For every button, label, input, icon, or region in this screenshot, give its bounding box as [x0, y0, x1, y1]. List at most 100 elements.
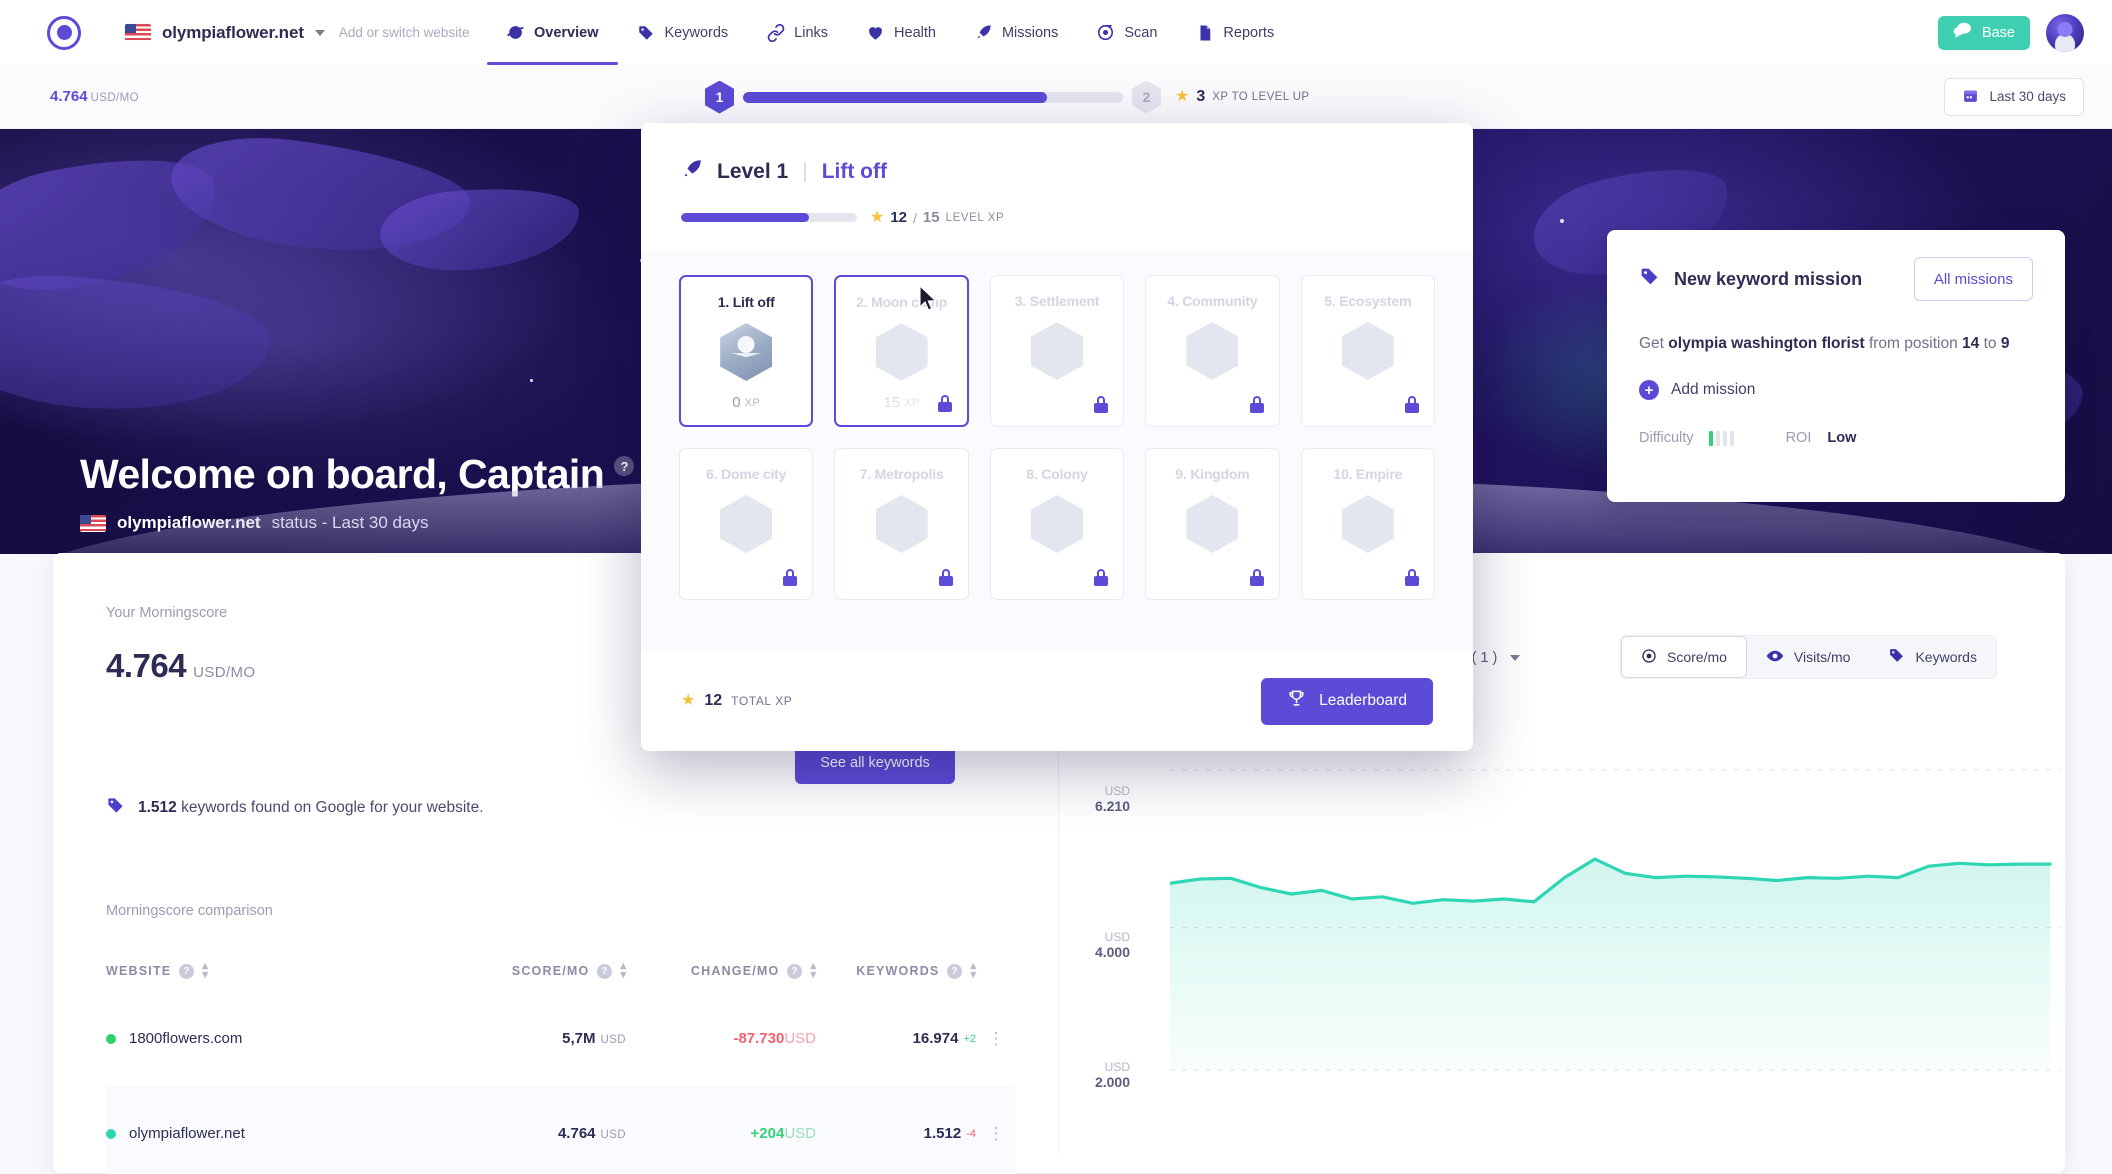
total-xp-label: TOTAL XP	[731, 694, 793, 708]
kebab-menu-icon[interactable]: ⋮	[988, 1125, 1005, 1141]
roi-metric: ROI Low	[1786, 430, 1857, 446]
y-axis-tick-bottom: USD 2.000	[1060, 1060, 1130, 1090]
level-card-7[interactable]: 7. Metropolis	[834, 448, 969, 600]
rocket-icon	[974, 23, 993, 42]
level-badge-icon	[1341, 322, 1394, 380]
website-selector[interactable]: olympiaflower.net Add or switch website	[125, 23, 469, 43]
table-row[interactable]: olympiaflower.net 4.764 USD +204 USD 1.512…	[106, 1086, 1016, 1174]
y-axis-tick-mid: USD 4.000	[1060, 930, 1130, 960]
tab-keywords[interactable]: Keywords	[618, 0, 748, 65]
cell-keywords-delta: -4	[966, 1127, 976, 1140]
level-card-8[interactable]: 8. Colony	[989, 448, 1125, 600]
level-card-name: 9. Kingdom	[1175, 466, 1250, 482]
level-card-3[interactable]: 3. Settlement	[989, 275, 1125, 427]
add-mission-button[interactable]: + Add mission	[1639, 380, 2033, 400]
keywords-found-line: 1.512 keywords found on Google for your …	[106, 796, 484, 820]
subbar-score-value: 4.764	[50, 88, 88, 105]
sub-bar: 4.764 USD/MO 1 2 ★ 3 XP TO LEVEL UP Last …	[0, 65, 2112, 129]
tab-health-label: Health	[894, 24, 936, 41]
level-card-6[interactable]: 6. Dome city	[679, 448, 814, 600]
help-icon[interactable]: ?	[179, 963, 195, 979]
column-header-keywords[interactable]: KEYWORDS ? ▴ ▾	[816, 961, 976, 981]
logo-ring-icon	[47, 15, 81, 50]
level-card-5[interactable]: 5. Ecosystem	[1300, 275, 1435, 427]
help-icon[interactable]: ?	[947, 963, 963, 979]
column-header-website[interactable]: WEBSITE ? ▴ ▾	[106, 961, 426, 981]
help-icon[interactable]: ?	[787, 963, 803, 979]
tag-icon	[637, 23, 656, 42]
mission-to-word: to	[1979, 335, 2001, 352]
level-card-2[interactable]: 2. Moon camp 15 XP	[834, 275, 969, 427]
lock-icon	[938, 569, 953, 586]
current-level-badge: 1	[705, 80, 734, 114]
morningscore-number: 4.764	[106, 647, 187, 684]
base-chat-button[interactable]: Base	[1937, 15, 2030, 50]
xp-progress-widget[interactable]: 1 2 ★ 3 XP TO LEVEL UP	[705, 65, 1309, 129]
level-card-name: 8. Colony	[1026, 466, 1088, 482]
new-keyword-mission-card: New keyword mission All missions Get oly…	[1607, 230, 2065, 502]
level-badge-icon	[1186, 322, 1239, 380]
cell-keywords-value: 1.512	[923, 1125, 962, 1142]
tab-scan[interactable]: Scan	[1077, 0, 1176, 65]
row-actions-button[interactable]: ⋮	[976, 1030, 1016, 1046]
tab-missions[interactable]: Missions	[955, 0, 1077, 65]
heart-icon	[866, 23, 885, 42]
tab-overview[interactable]: Overview	[487, 0, 618, 65]
tab-overview-label: Overview	[534, 24, 599, 41]
level-card-10[interactable]: 10. Empire	[1300, 448, 1435, 600]
morningscore-unit: USD/MO	[193, 664, 256, 681]
keywords-found-suffix: keywords found on Google for your websit…	[181, 799, 484, 816]
segment-visits-per-mo[interactable]: Visits/mo	[1747, 636, 1870, 678]
kebab-menu-icon[interactable]: ⋮	[988, 1030, 1005, 1046]
y-axis-tick-label: 4.000	[1094, 944, 1130, 960]
cell-change-value: +204	[750, 1125, 785, 1142]
help-icon[interactable]: ?	[614, 456, 635, 476]
all-missions-button[interactable]: All missions	[1913, 257, 2033, 301]
level-card-name: 10. Empire	[1333, 466, 1403, 482]
table-row[interactable]: 1800flowers.com 5,7M USD -87.730 USD 16.97…	[106, 991, 1016, 1086]
cell-score: 5,7M USD	[426, 1030, 626, 1047]
segment-score-per-mo[interactable]: Score/mo	[1621, 636, 1747, 678]
level-card-name: 7. Metropolis	[859, 466, 944, 482]
morningscore-label: Your Morningscore	[106, 605, 228, 621]
leaderboard-label: Leaderboard	[1319, 692, 1407, 709]
level-xp-caption: LEVEL XP	[945, 211, 1005, 224]
score-over-time-chart: USD 6.210 USD 4.000 USD 2.000	[1060, 760, 2060, 1120]
add-or-switch-website-label[interactable]: Add or switch website	[339, 25, 470, 40]
modal-level-xp: ★ 12 / 15 LEVEL XP	[681, 209, 1433, 226]
plus-icon: +	[1639, 380, 1659, 400]
tab-links[interactable]: Links	[747, 0, 847, 65]
chevron-down-icon[interactable]	[1510, 655, 1521, 661]
column-header-change[interactable]: CHANGE/MO ? ▴ ▾	[626, 961, 816, 981]
level-xp-track	[681, 213, 857, 222]
segment-visits-label: Visits/mo	[1793, 649, 1851, 665]
row-actions-button[interactable]: ⋮	[976, 1125, 1016, 1141]
tab-health[interactable]: Health	[847, 0, 955, 65]
column-header-score[interactable]: SCORE/MO ? ▴ ▾	[426, 961, 626, 981]
level-progress-modal: Level 1 | Lift off ★ 12 / 15 LEVEL XP 1.…	[641, 123, 1473, 751]
us-flag-icon	[125, 24, 151, 41]
sort-icon[interactable]: ▴ ▾	[970, 961, 976, 981]
leaderboard-button[interactable]: Leaderboard	[1261, 677, 1433, 725]
app-logo[interactable]	[45, 14, 83, 52]
levels-grid-container: 1. Lift off 0 XP 2. Moon camp 15 XP 3. S…	[641, 251, 1473, 651]
cell-score-value: 5,7M	[562, 1030, 596, 1047]
sort-icon[interactable]: ▴ ▾	[202, 961, 208, 981]
chart-metric-toggle: Score/mo Visits/mo Keywords	[1620, 635, 1997, 679]
help-icon[interactable]: ?	[597, 963, 613, 979]
level-card-4[interactable]: 4. Community	[1145, 275, 1280, 427]
level-badge-icon	[1030, 322, 1083, 380]
level-card-9[interactable]: 9. Kingdom	[1145, 448, 1280, 600]
chevron-down-icon[interactable]	[314, 29, 325, 36]
segment-score-label: Score/mo	[1667, 649, 1727, 665]
level-xp-fill	[681, 213, 810, 222]
level-xp-text: ★ 12 / 15 LEVEL XP	[870, 209, 1004, 226]
xp-to-level-label: XP TO LEVEL UP	[1212, 91, 1310, 103]
tab-links-label: Links	[794, 24, 829, 41]
level-card-1[interactable]: 1. Lift off 0 XP	[679, 275, 814, 427]
tab-reports[interactable]: Reports	[1176, 0, 1293, 65]
roi-label: ROI	[1785, 430, 1812, 446]
date-range-picker[interactable]: Last 30 days	[1944, 77, 2084, 116]
user-avatar[interactable]	[2046, 13, 2084, 52]
segment-keywords[interactable]: Keywords	[1869, 636, 1995, 678]
